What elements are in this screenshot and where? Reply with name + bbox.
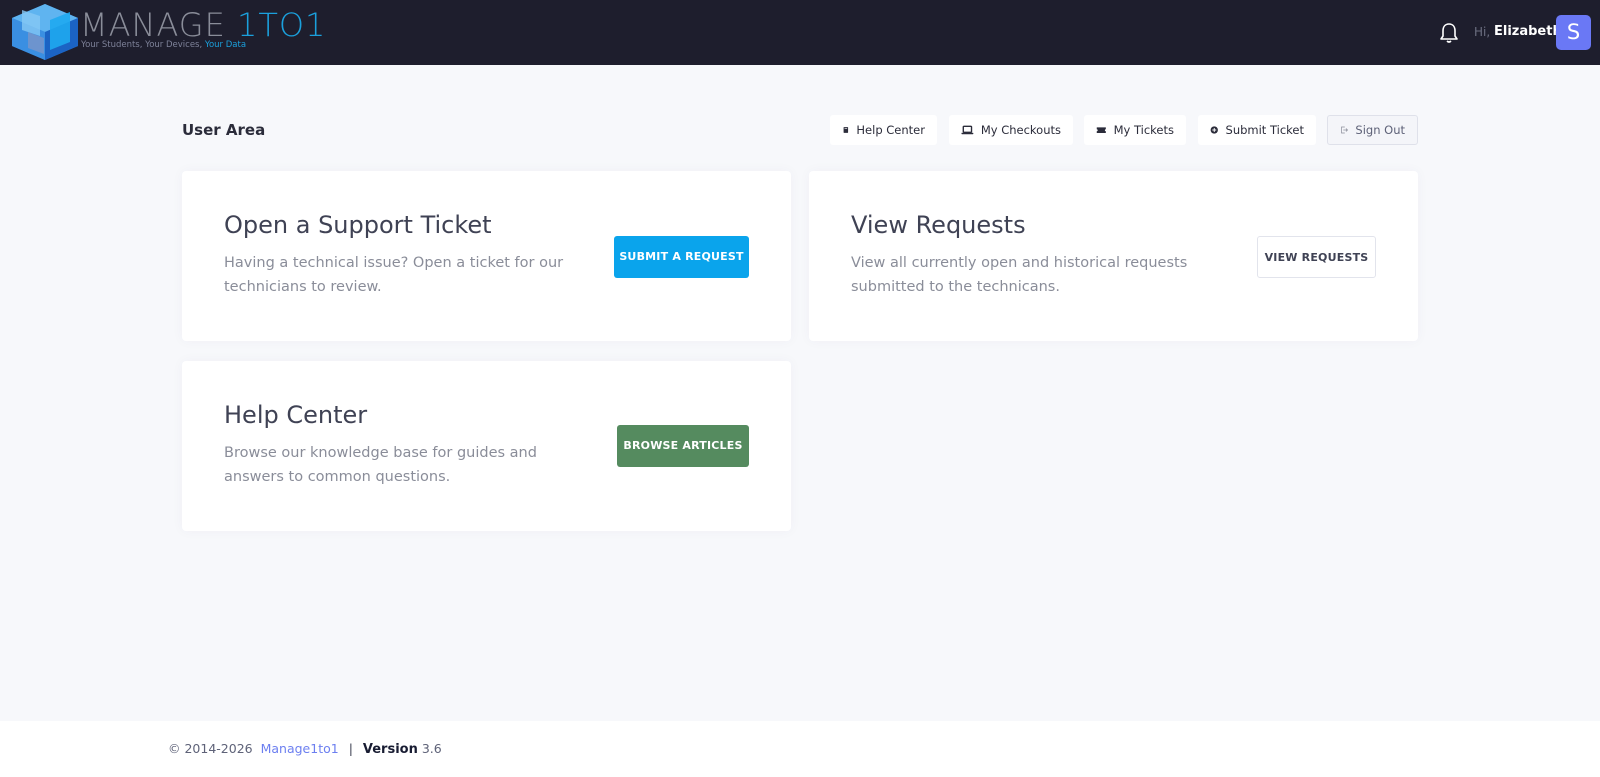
logo-title: MANAGE 1TO1	[80, 6, 327, 44]
user-avatar[interactable]: S	[1556, 15, 1591, 50]
footer-version-value: 3.6	[421, 741, 442, 756]
browse-articles-button[interactable]: BROWSE ARTICLES	[617, 425, 749, 467]
book-icon	[843, 127, 849, 133]
support-ticket-card: Open a Support Ticket Having a technical…	[182, 171, 791, 341]
footer-brand-link[interactable]: Manage1to1	[261, 741, 339, 756]
user-name[interactable]: Elizabeth	[1494, 24, 1562, 39]
footer-separator: |	[348, 741, 353, 756]
manage1to1-logo[interactable]: MANAGE 1TO1 Your Students, Your Devices,…	[10, 2, 340, 64]
greeting-text: Hi,	[1474, 25, 1491, 39]
page-footer: © 2014-2026 Manage1to1 | Version 3.6	[0, 721, 1600, 777]
my-tickets-nav-button[interactable]: My Tickets	[1084, 115, 1186, 145]
my-tickets-nav-label: My Tickets	[1113, 123, 1174, 137]
help-center-title: Help Center	[224, 401, 368, 429]
footer-version-label: Version	[362, 742, 418, 757]
support-ticket-description: Having a technical issue? Open a ticket …	[224, 255, 564, 295]
view-requests-card: View Requests View all currently open an…	[809, 171, 1418, 341]
footer-copyright: © 2014-2026	[168, 741, 253, 756]
plus-circle-icon	[1210, 126, 1218, 134]
page-title: User Area	[182, 121, 266, 139]
sign-out-button[interactable]: Sign Out	[1327, 115, 1418, 145]
view-requests-title: View Requests	[851, 211, 1026, 239]
sign-out-icon	[1341, 126, 1349, 134]
my-checkouts-nav-button[interactable]: My Checkouts	[949, 115, 1073, 145]
footer-row: © 2014-2026 Manage1to1 | Version 3.6	[168, 741, 442, 757]
logo-tagline: Your Students, Your Devices, Your Data	[81, 40, 247, 50]
laptop-icon	[961, 125, 974, 135]
view-requests-description: View all currently open and historical r…	[851, 255, 1188, 295]
submit-ticket-nav-button[interactable]: Submit Ticket	[1198, 115, 1316, 145]
cube-logo-icon	[12, 4, 78, 60]
support-ticket-title: Open a Support Ticket	[224, 211, 492, 239]
help-center-nav-button[interactable]: Help Center	[830, 115, 937, 145]
submit-ticket-nav-label: Submit Ticket	[1225, 123, 1304, 137]
submit-request-button[interactable]: SUBMIT A REQUEST	[614, 236, 749, 278]
view-requests-button[interactable]: VIEW REQUESTS	[1257, 236, 1376, 278]
help-center-description: Browse our knowledge base for guides and…	[224, 445, 537, 485]
my-checkouts-nav-label: My Checkouts	[980, 123, 1061, 137]
top-navbar: MANAGE 1TO1 Your Students, Your Devices,…	[0, 0, 1600, 65]
help-center-card: Help Center Browse our knowledge base fo…	[182, 361, 791, 531]
sign-out-label: Sign Out	[1355, 123, 1405, 137]
ticket-icon	[1096, 127, 1106, 134]
help-center-nav-label: Help Center	[856, 123, 925, 137]
notification-bell-icon[interactable]	[1439, 22, 1459, 44]
